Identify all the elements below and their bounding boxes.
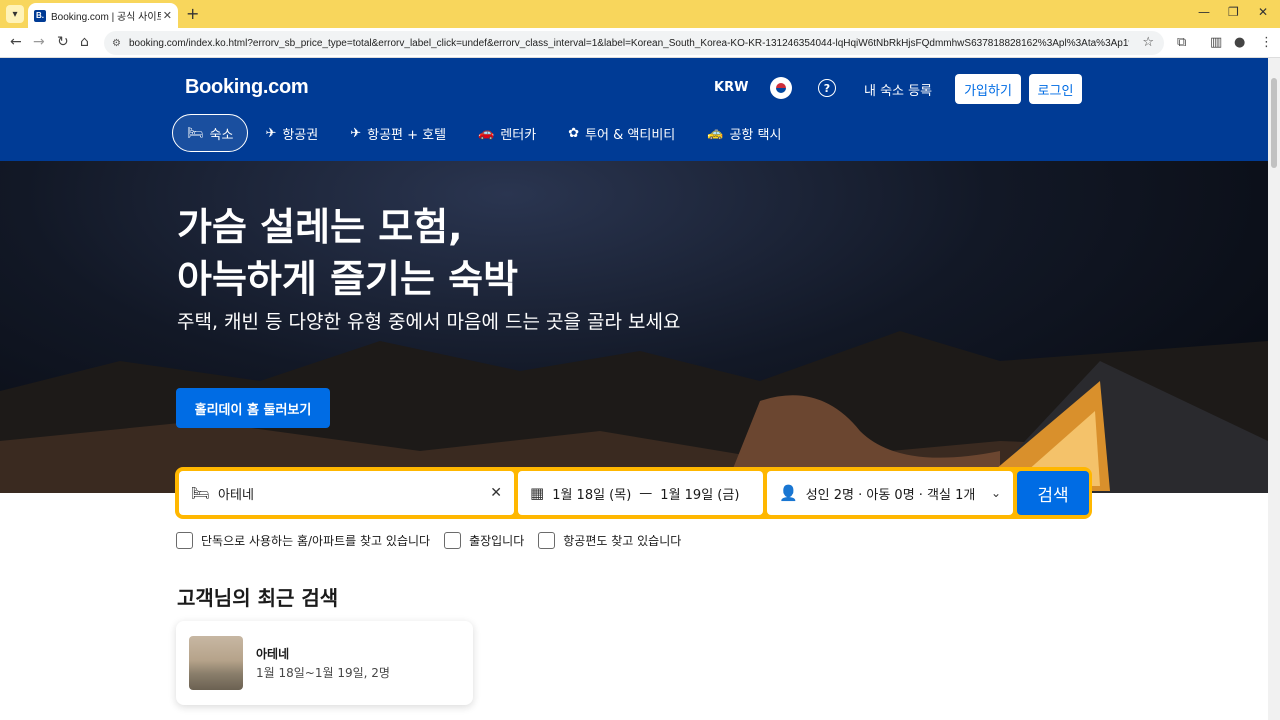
login-button[interactable]: 로그인 xyxy=(1029,74,1082,104)
tab-label: 항공권 xyxy=(282,127,319,143)
address-bar[interactable]: ⚙ booking.com/index.ko.html?errorv_sb_pr… xyxy=(104,31,1164,55)
option-whole-home[interactable]: 단독으로 사용하는 홈/아파트를 찾고 있습니다 xyxy=(176,532,430,549)
checkbox-label: 항공편도 찾고 있습니다 xyxy=(563,534,682,548)
plane-icon: ✈ xyxy=(265,125,277,141)
bed-icon: 🛏 xyxy=(187,125,204,141)
date-separator: — xyxy=(639,485,653,501)
product-nav: 🛏 숙소 ✈ 항공권 ✈ 항공편 + 호텔 🚗 렌터카 ✿ 투어 & 액티비티 … xyxy=(172,114,798,152)
page-scrollbar[interactable] xyxy=(1268,58,1280,720)
tab-label: 숙소 xyxy=(209,127,234,143)
tab-title: Booking.com | 공식 사이트 | 조 xyxy=(51,12,161,23)
tab-label: 공항 택시 xyxy=(729,127,782,143)
explore-holiday-homes-button[interactable]: 홀리데이 홈 둘러보기 xyxy=(176,388,330,428)
tab-label: 항공편 + 호텔 xyxy=(367,127,447,143)
checkin-date: 1월 18일 (목) xyxy=(552,487,632,503)
bookmark-star-icon[interactable]: ☆ xyxy=(1142,35,1154,50)
recent-search-details: 1월 18일~1월 19일, 2명 xyxy=(256,666,390,680)
checkbox-label: 출장입니다 xyxy=(469,534,525,548)
sidepanel-icon[interactable]: ▥ xyxy=(1210,35,1222,50)
destination-value[interactable]: 아테네 xyxy=(218,484,254,503)
hero-banner: 가슴 설레는 모험, 아늑하게 즐기는 숙박 주택, 캐빈 등 다양한 유형 중… xyxy=(0,161,1268,493)
athens-thumbnail-image xyxy=(189,636,243,690)
checkout-date: 1월 19일 (금) xyxy=(660,487,740,503)
recent-search-card[interactable]: 아테네 1월 18일~1월 19일, 2명 xyxy=(176,621,473,705)
new-tab-icon[interactable]: + xyxy=(186,4,199,23)
tab-list-button[interactable]: ▾ xyxy=(6,5,24,23)
guests-value: 성인 2명 · 아동 0명 · 객실 1개 xyxy=(805,487,976,503)
flight-hotel-icon: ✈ xyxy=(350,125,362,141)
tab-label: 렌터카 xyxy=(500,127,537,143)
extensions-icon[interactable]: ⧉ xyxy=(1177,35,1186,50)
maximize-icon[interactable]: ❐ xyxy=(1228,5,1239,19)
person-icon: 👤 xyxy=(779,484,798,502)
booking-favicon-icon: B. xyxy=(34,9,46,22)
checkbox-label: 단독으로 사용하는 홈/아파트를 찾고 있습니다 xyxy=(201,534,431,548)
date-range-field[interactable]: ▦ 1월 18일 (목) — 1월 19일 (금) xyxy=(518,471,763,515)
scrollbar-thumb[interactable] xyxy=(1271,78,1277,168)
browser-toolbar: ← → ↻ ⌂ ⚙ booking.com/index.ko.html?erro… xyxy=(0,28,1280,58)
option-business-trip[interactable]: 출장입니다 xyxy=(444,532,524,549)
checkbox[interactable] xyxy=(538,532,556,549)
list-property-link[interactable]: 내 숙소 등록 xyxy=(864,80,932,99)
hero-title-line1: 가슴 설레는 모험, xyxy=(177,205,463,249)
tab-flight-hotel[interactable]: ✈ 항공편 + 호텔 xyxy=(335,114,461,152)
taxi-icon: 🚕 xyxy=(707,125,724,141)
menu-kebab-icon[interactable]: ⋮ xyxy=(1260,35,1273,50)
web-page: Booking.com KRW ? 내 숙소 등록 가입하기 로그인 🛏 숙소 … xyxy=(0,58,1268,720)
tab-car-rental[interactable]: 🚗 렌터카 xyxy=(463,114,551,152)
booking-logo[interactable]: Booking.com xyxy=(185,76,309,99)
window-close-icon[interactable]: ✕ xyxy=(1258,5,1268,19)
forward-icon[interactable]: → xyxy=(33,34,45,50)
option-flights[interactable]: 항공편도 찾고 있습니다 xyxy=(538,532,681,549)
attractions-icon: ✿ xyxy=(568,125,580,141)
browser-tabbar: ▾ B. Booking.com | 공식 사이트 | 조 ✕ + — ❐ ✕ xyxy=(0,0,1280,28)
home-icon[interactable]: ⌂ xyxy=(80,34,89,50)
tab-close-icon[interactable]: ✕ xyxy=(163,9,172,22)
hero-subtitle: 주택, 캐빈 등 다양한 유형 중에서 마음에 드는 곳을 골라 보세요 xyxy=(177,311,681,333)
hero-title-line2: 아늑하게 즐기는 숙박 xyxy=(177,257,519,301)
help-icon[interactable]: ? xyxy=(818,79,836,97)
car-icon: 🚗 xyxy=(478,125,495,141)
search-button[interactable]: 검색 xyxy=(1017,471,1089,515)
clear-destination-icon[interactable]: ✕ xyxy=(490,485,502,501)
checkbox[interactable] xyxy=(176,532,193,549)
register-button[interactable]: 가입하기 xyxy=(955,74,1021,104)
checkbox[interactable] xyxy=(444,532,462,549)
hero-title: 가슴 설레는 모험, 아늑하게 즐기는 숙박 xyxy=(177,201,697,305)
search-options: 단독으로 사용하는 홈/아파트를 찾고 있습니다 출장입니다 항공편도 찾고 있… xyxy=(176,532,695,549)
tab-airport-taxi[interactable]: 🚕 공항 택시 xyxy=(692,114,796,152)
language-flag-icon[interactable] xyxy=(770,77,792,99)
reload-icon[interactable]: ↻ xyxy=(57,34,69,50)
site-info-icon[interactable]: ⚙ xyxy=(112,38,121,49)
minimize-icon[interactable]: — xyxy=(1198,5,1210,19)
chevron-down-icon: ⌄ xyxy=(990,486,1001,500)
bed-icon: 🛏 xyxy=(191,484,211,502)
tab-attractions[interactable]: ✿ 투어 & 액티비티 xyxy=(553,114,690,152)
tab-label: 투어 & 액티비티 xyxy=(585,127,676,143)
search-bar: 🛏 아테네 ✕ ▦ 1월 18일 (목) — 1월 19일 (금) 👤 성인 2… xyxy=(175,467,1092,519)
tab-flights[interactable]: ✈ 항공권 xyxy=(250,114,333,152)
calendar-icon: ▦ xyxy=(530,484,545,502)
browser-tab-active[interactable]: B. Booking.com | 공식 사이트 | 조 ✕ xyxy=(28,3,178,28)
profile-avatar-icon[interactable]: ● xyxy=(1234,35,1245,50)
guests-field[interactable]: 👤 성인 2명 · 아동 0명 · 객실 1개 ⌄ xyxy=(767,471,1013,515)
back-icon[interactable]: ← xyxy=(10,34,22,50)
recent-search-destination: 아테네 xyxy=(256,647,290,661)
destination-field[interactable]: 🛏 아테네 ✕ xyxy=(179,471,514,515)
site-header: Booking.com KRW ? 내 숙소 등록 가입하기 로그인 🛏 숙소 … xyxy=(0,58,1268,161)
tab-stays[interactable]: 🛏 숙소 xyxy=(172,114,249,152)
currency-selector[interactable]: KRW xyxy=(714,80,748,95)
recent-searches-title: 고객님의 최근 검색 xyxy=(177,586,339,610)
url-text[interactable]: booking.com/index.ko.html?errorv_sb_pric… xyxy=(129,38,1129,49)
